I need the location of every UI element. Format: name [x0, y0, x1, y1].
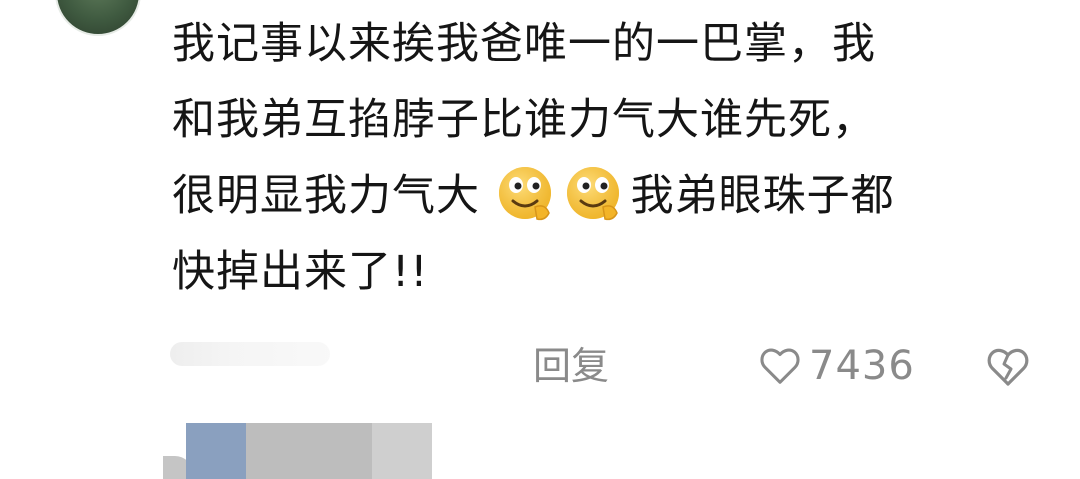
like-button[interactable]: 7436	[757, 338, 915, 394]
smirk-emoji-icon	[566, 166, 619, 220]
redaction-block	[246, 423, 372, 479]
comment-line-3: 很明显我力气大 我弟眼珠子都	[172, 158, 1052, 234]
comment-line-1: 我记事以来挨我爸唯一的一巴掌，我	[172, 19, 876, 69]
commenter-avatar[interactable]	[55, 0, 141, 36]
redaction-block	[186, 423, 246, 479]
comment-line-4: 快掉出来了!!	[172, 247, 429, 297]
comment-meta-redacted	[170, 342, 330, 366]
broken-heart-icon[interactable]	[984, 342, 1032, 390]
comment-line-3-text: 很明显我力气大	[172, 171, 480, 221]
reply-button[interactable]: 回复	[533, 338, 609, 394]
comment-text: 我记事以来挨我爸唯一的一巴掌，我 和我弟互掐脖子比谁力气大谁先死， 很明显我力气…	[172, 6, 1052, 310]
next-comment-username-redacted	[186, 423, 432, 479]
comment-line-3-text-after: 我弟眼珠子都	[630, 171, 895, 221]
smirk-emoji-icon	[498, 166, 551, 220]
like-count: 7436	[809, 343, 915, 389]
comment-line-2: 和我弟互掐脖子比谁力气大谁先死，	[172, 95, 876, 145]
redaction-block	[372, 423, 432, 479]
heart-outline-icon	[760, 348, 800, 384]
